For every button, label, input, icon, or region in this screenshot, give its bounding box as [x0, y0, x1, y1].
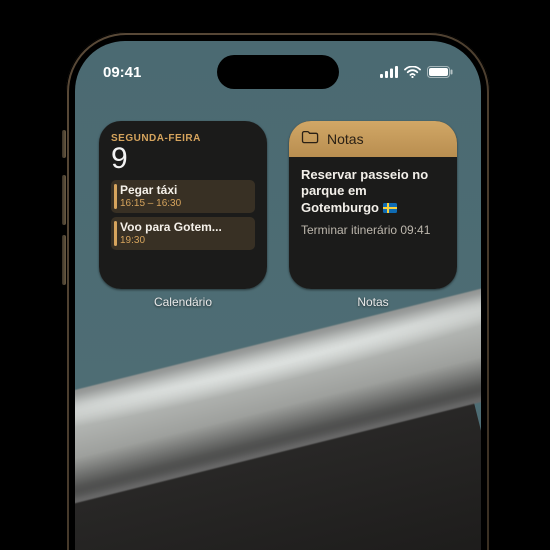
event-title: Voo para Gotem...: [120, 221, 249, 234]
status-time: 09:41: [103, 64, 141, 81]
event-title: Pegar táxi: [120, 184, 249, 197]
folder-icon: [301, 130, 319, 149]
widget-label-calendar: Calendário: [154, 295, 212, 309]
status-bar: 09:41: [75, 55, 481, 89]
calendar-event[interactable]: Voo para Gotem... 19:30: [111, 217, 255, 250]
calendar-day-number: 9: [111, 144, 255, 174]
calendar-widget[interactable]: SEGUNDA-FEIRA 9 Pegar táxi 16:15 – 16:30…: [99, 121, 267, 289]
notes-widget[interactable]: Notas Reservar passeio no parque em Gote…: [289, 121, 457, 289]
note-secondary-text: Terminar itinerário 09:41: [301, 223, 445, 238]
flag-sweden-icon: [383, 201, 397, 217]
notes-widget-header: Notas: [289, 121, 457, 157]
note-primary-text: Reservar passeio no parque em Gotemburgo: [301, 167, 445, 217]
home-screen[interactable]: 09:41: [75, 41, 481, 550]
event-time: 16:15 – 16:30: [120, 198, 249, 209]
calendar-event[interactable]: Pegar táxi 16:15 – 16:30: [111, 180, 255, 213]
cellular-icon: [380, 66, 398, 78]
wifi-icon: [404, 66, 421, 78]
notes-header-title: Notas: [327, 131, 364, 147]
event-time: 19:30: [120, 235, 249, 246]
phone-frame: 09:41: [66, 32, 490, 550]
widget-label-notes: Notas: [357, 295, 388, 309]
calendar-day-of-week: SEGUNDA-FEIRA: [111, 133, 255, 144]
battery-icon: [427, 66, 453, 78]
